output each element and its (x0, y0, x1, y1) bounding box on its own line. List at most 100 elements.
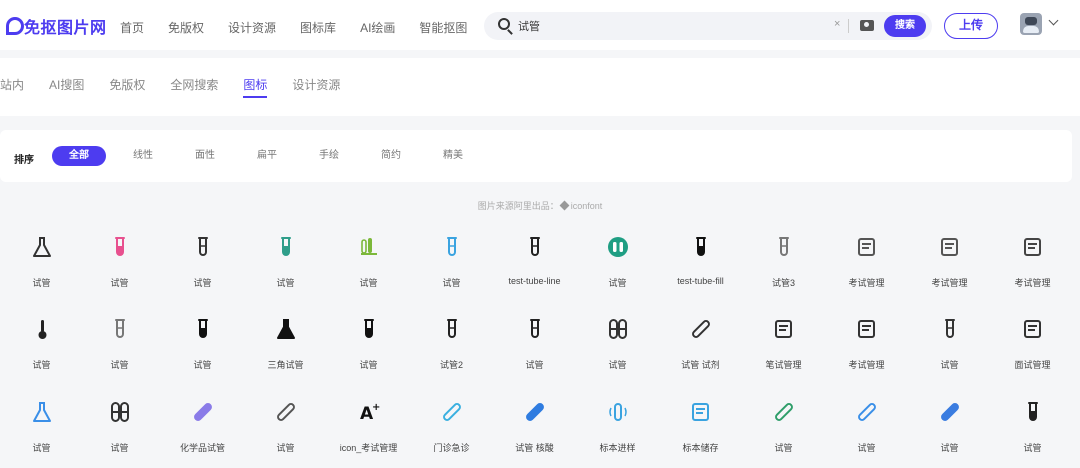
filter-chip-fine[interactable]: 精美 (422, 146, 484, 166)
tab-free[interactable]: 免版权 (109, 76, 145, 93)
icon-card[interactable]: 试管 (78, 304, 161, 370)
icon-card[interactable]: 门诊急诊 (410, 387, 493, 453)
icon-card-label: test-tube-fill (677, 276, 724, 286)
icon-card-label: 试管 (193, 360, 212, 370)
sort-label: 排序 (14, 155, 34, 166)
filter-chip-hand[interactable]: 手绘 (298, 146, 360, 166)
icon-card[interactable]: 试管 (244, 387, 327, 453)
exam-stack-small-icon (939, 236, 961, 258)
icon-card[interactable]: 笔试管理 (742, 304, 825, 370)
icon-card[interactable]: 标本进样 (576, 387, 659, 453)
icon-card[interactable]: 试管 (410, 222, 493, 288)
icon-card[interactable]: 考试管理 (908, 222, 991, 288)
test-tube-line-icon (524, 318, 546, 340)
tab-icons[interactable]: 图标 (243, 76, 268, 98)
filter-chip-line[interactable]: 线性 (112, 146, 174, 166)
filter-chip-flat[interactable]: 扁平 (236, 146, 298, 166)
tab-web-search[interactable]: 全网搜索 (170, 76, 218, 93)
icon-card-label: 试管 试剂 (681, 360, 720, 370)
test-tube-thin-icon (109, 318, 131, 340)
tab-site[interactable]: 站内 (0, 76, 24, 93)
icon-card[interactable]: 试管 (576, 304, 659, 370)
icon-card[interactable]: 试管 (244, 222, 327, 288)
icon-card[interactable]: 试管 (908, 304, 991, 370)
icon-card[interactable]: 试管 (0, 304, 83, 370)
icon-card-label: 试管 (774, 443, 793, 453)
icon-card-label: 试管 (110, 443, 129, 453)
icon-card-label: 试管 (276, 278, 295, 288)
icon-card[interactable]: 试管 (327, 222, 410, 288)
sample-inject-icon (607, 401, 629, 423)
icon-card[interactable]: 考试管理 (825, 304, 908, 370)
search-icon (498, 18, 510, 30)
search-tabs: 站内 AI搜图 免版权 全网搜索 图标 设计资源 (0, 76, 365, 98)
chevron-down-icon[interactable] (1048, 15, 1059, 26)
icon-card[interactable]: 试管 (908, 387, 991, 453)
icon-card[interactable]: 试管 (78, 387, 161, 453)
icon-card[interactable]: 试管 (991, 387, 1074, 453)
main-nav: 首页 免版权 设计资源 图标库 AI绘画 智能抠图 (120, 19, 491, 36)
filter-chip-simple[interactable]: 简约 (360, 146, 422, 166)
icon-card[interactable]: 试管 (161, 304, 244, 370)
iconfont-logo-icon (559, 200, 570, 211)
source-name[interactable]: iconfont (571, 201, 603, 211)
icon-card[interactable]: 化学品试管 (161, 387, 244, 453)
icon-card-label: 试管 (359, 278, 378, 288)
icon-card-label: 试管3 (771, 278, 795, 288)
test-tube-outline-icon (773, 236, 795, 258)
icon-card[interactable]: 试管 (78, 222, 161, 288)
icon-card[interactable]: 试管 核酸 (493, 387, 576, 453)
icon-card-label: 试管 (525, 360, 544, 370)
svg-text:+: + (372, 402, 380, 413)
icon-card-label: 试管 (32, 278, 51, 288)
icon-card-label: 三角试管 (267, 360, 304, 370)
icon-card[interactable]: 试管 试剂 (659, 304, 742, 370)
nav-item-home[interactable]: 首页 (120, 19, 144, 36)
search-tabs-bar: 站内 AI搜图 免版权 全网搜索 图标 设计资源 (0, 58, 1080, 116)
icon-card[interactable]: 考试管理 (825, 222, 908, 288)
icon-card[interactable]: 标本储存 (659, 387, 742, 453)
icon-card[interactable]: test-tube-line (493, 222, 576, 286)
search-input[interactable] (518, 17, 798, 35)
nav-item-icons[interactable]: 图标库 (300, 19, 336, 36)
nav-item-cutout[interactable]: 智能抠图 (419, 19, 467, 36)
source-prefix: 图片来源阿里出品： (477, 201, 559, 211)
icon-card[interactable]: 试管3 (742, 222, 825, 288)
icon-card[interactable]: 试管 (825, 387, 908, 453)
icon-card[interactable]: 考试管理 (991, 222, 1074, 288)
logo-p-icon (6, 17, 24, 35)
icon-card-label: icon_考试管理 (339, 443, 398, 453)
icon-card[interactable]: 试管 (576, 222, 659, 288)
tab-ai-search[interactable]: AI搜图 (49, 76, 84, 93)
upload-button[interactable]: 上传 (944, 13, 998, 39)
filter-chip-fill[interactable]: 面性 (174, 146, 236, 166)
clear-icon[interactable]: × (834, 18, 840, 30)
pipette-icon (690, 318, 712, 340)
exam-stack-icon (856, 236, 878, 258)
tab-design[interactable]: 设计资源 (292, 76, 340, 93)
avatar[interactable] (1020, 13, 1042, 35)
filter-chips: 全部 线性 面性 扁平 手绘 简约 精美 (52, 146, 484, 166)
icon-card[interactable]: 试管 (0, 222, 83, 288)
nav-item-free[interactable]: 免版权 (168, 19, 204, 36)
test-tube-bold-icon (1022, 401, 1044, 423)
search-button[interactable]: 搜索 (884, 15, 926, 37)
nav-item-ai[interactable]: AI绘画 (360, 19, 395, 36)
icon-card[interactable]: 试管2 (410, 304, 493, 370)
icon-card[interactable]: test-tube-fill (659, 222, 742, 286)
icon-card-label: 试管 (608, 278, 627, 288)
camera-icon[interactable] (860, 20, 874, 31)
icon-card-label: 试管 (608, 360, 627, 370)
icon-card-label: 试管 (1023, 443, 1042, 453)
icon-card[interactable]: 试管 (327, 304, 410, 370)
icon-card[interactable]: 试管 (0, 387, 83, 453)
filter-chip-all[interactable]: 全部 (52, 146, 106, 166)
icon-card[interactable]: A + icon_考试管理 (327, 387, 410, 453)
icon-card[interactable]: 面试管理 (991, 304, 1074, 370)
site-logo[interactable]: 免抠图片网 (6, 14, 107, 38)
icon-card[interactable]: 试管 (742, 387, 825, 453)
icon-card[interactable]: 试管 (161, 222, 244, 288)
icon-card[interactable]: 试管 (493, 304, 576, 370)
nav-item-design[interactable]: 设计资源 (228, 19, 276, 36)
icon-card[interactable]: 三角试管 (244, 304, 327, 370)
